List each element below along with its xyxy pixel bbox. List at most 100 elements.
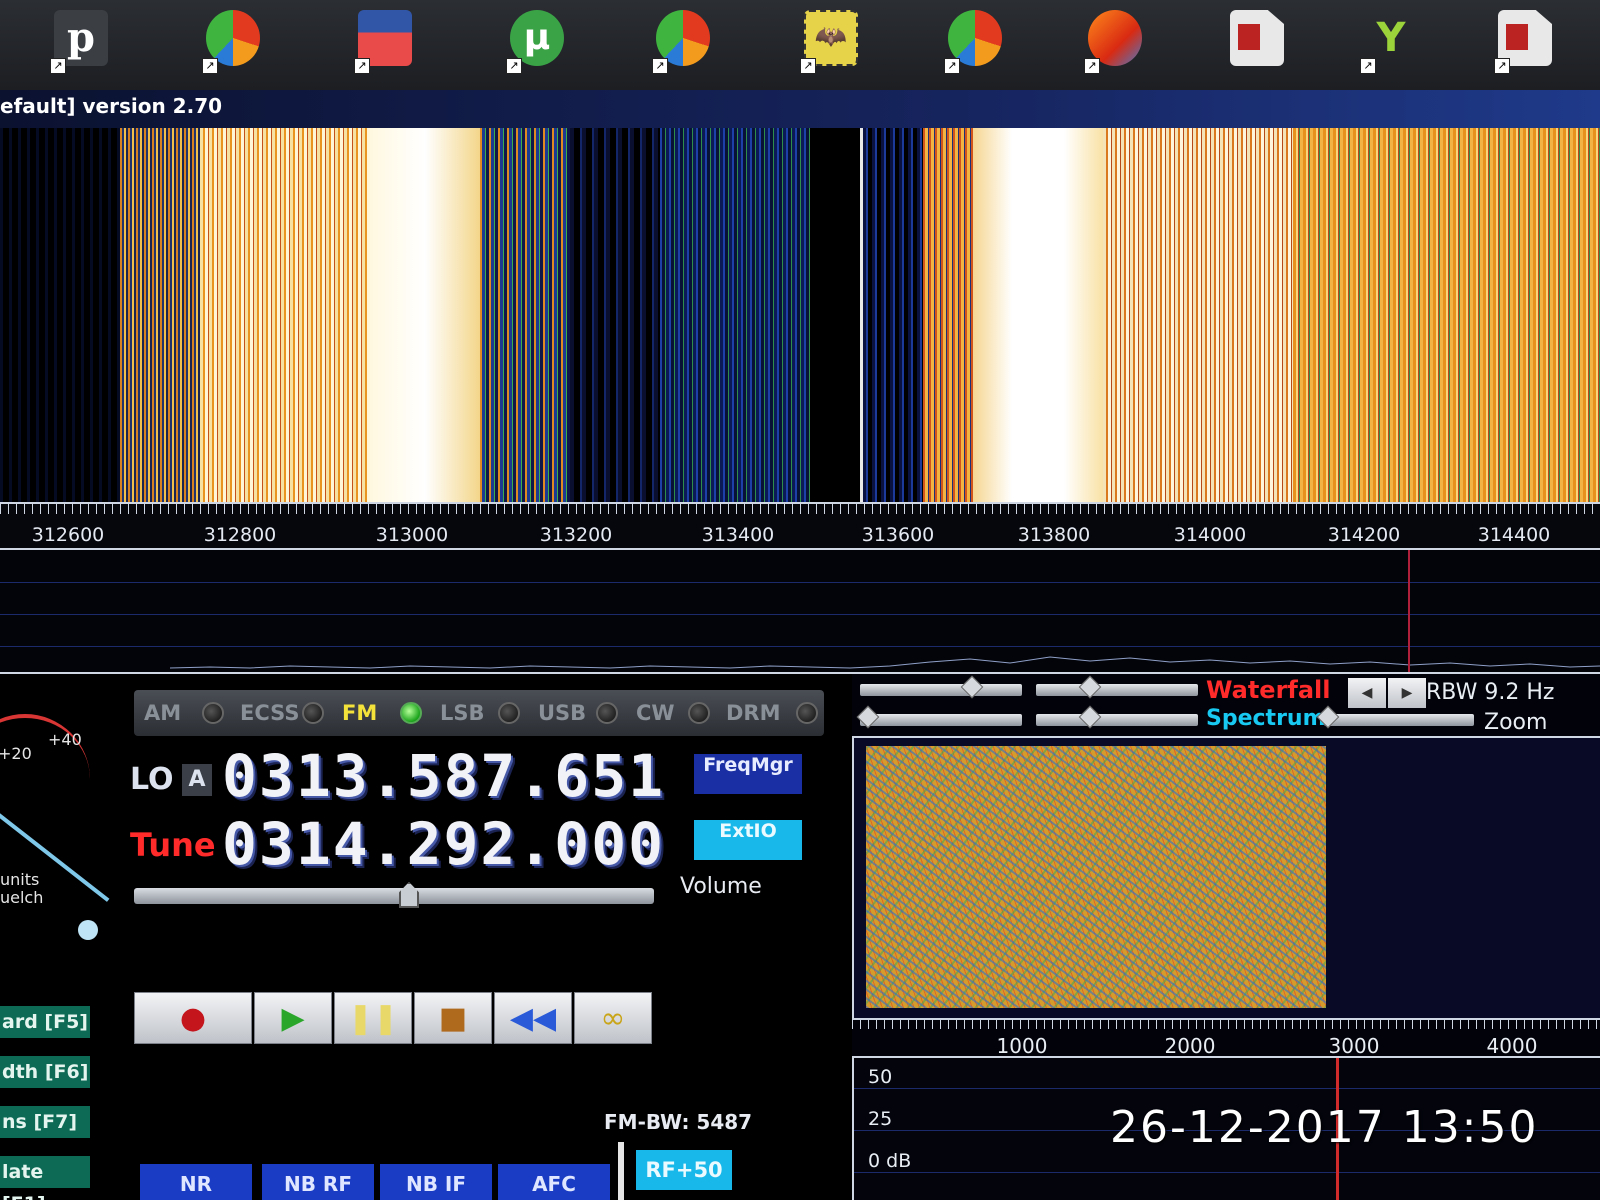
audio-freq-tick-label: 2000 [1164,1034,1216,1058]
nr-button[interactable]: NR [140,1164,252,1200]
bat-icon[interactable]: 🦇 ↗ [800,8,862,80]
nb-if-button[interactable]: NB IF [380,1164,492,1200]
volume-slider[interactable] [134,882,654,908]
db-scale-label: 25 [868,1108,893,1130]
tune-label: Tune [130,826,216,864]
led-icon [796,702,818,724]
db-scale-label: 50 [868,1066,893,1088]
waterfall-band [570,128,660,502]
lo-frequency-display[interactable]: 0313.587.651 [222,742,665,810]
waterfall-band [0,128,120,502]
freq-tick-label: 313600 [861,524,935,546]
grid-line [854,1088,1600,1089]
freq-tick-label: 314400 [1477,524,1551,546]
spectrum-range-slider[interactable] [1036,705,1198,729]
globe-ball-icon[interactable]: ↗ [202,8,264,80]
slider-thumb[interactable] [960,675,984,699]
play-button[interactable]: ▶ [254,992,332,1044]
hotkey-button-f5[interactable]: ard [F5] [0,1006,90,1038]
utorrent-icon[interactable]: µ ↗ [506,8,568,80]
freq-tick-label: 313200 [539,524,613,546]
vfo-a-button[interactable]: A [182,764,212,796]
waterfall-contrast-slider[interactable] [860,675,1022,699]
hotkey-button-f6[interactable]: dth [F6] [0,1056,90,1088]
grid-line [0,582,1600,583]
hotkey-button-f7[interactable]: ns [F7] [0,1106,90,1138]
mode-button-cw[interactable]: CW [626,696,716,730]
hotkey-button-f1[interactable]: late [F1] [0,1156,90,1200]
spectrum-contrast-slider[interactable] [856,705,1022,729]
mode-button-am[interactable]: AM [134,696,230,730]
mode-button-usb[interactable]: USB [528,696,624,730]
taskbar: p ↗ ↗ ↗ µ ↗ ↗ 🦇 ↗ ↗ ↗ Y ↗ ↗ [0,0,1600,90]
globe-ball-icon-3[interactable]: ↗ [944,8,1006,80]
arrow-left-icon: ◀ [1361,685,1373,701]
spectrum-label: Spectrum [1206,706,1326,731]
shortcut-arrow-icon: ↗ [1494,58,1510,74]
logo-icon[interactable]: p ↗ [50,8,112,80]
record-button[interactable]: ● [134,992,252,1044]
audio-waterfall[interactable] [852,736,1600,1018]
waterfall-band [863,128,923,502]
waterfall-band [973,128,1103,502]
mode-button-fm[interactable]: FM [332,696,428,730]
play-icon: ▶ [281,1001,305,1036]
tune-frequency-display[interactable]: 0314.292.000 [222,810,665,878]
slider-thumb[interactable] [856,705,880,729]
waterfall-band [810,128,860,502]
mode-button-ecss[interactable]: ECSS [230,696,330,730]
freq-tick-label: 312600 [31,524,105,546]
globe-ball-icon-2[interactable]: ↗ [652,8,714,80]
s-meter-label: +20 [0,744,32,763]
grid-line [854,1172,1600,1173]
freqmgr-button[interactable]: FreqMgr [694,754,802,794]
waterfall-range-slider[interactable] [1036,675,1198,699]
shortcut-arrow-icon: ↗ [800,58,816,74]
title-bar: efault] version 2.70 [0,90,1600,128]
antenna-icon[interactable]: Y ↗ [1360,8,1422,80]
grid-line [0,614,1600,615]
extio-button[interactable]: ExtIO [694,820,802,860]
zoom-label: Zoom [1484,710,1548,735]
freq-tick-label: 313000 [375,524,449,546]
led-icon [202,702,224,724]
led-icon [302,702,324,724]
freq-tick-label: 313800 [1017,524,1091,546]
audio-waterfall-image [866,746,1326,1008]
rf-plus-50-button[interactable]: RF+50 [636,1150,732,1190]
afc-button[interactable]: AFC [498,1164,610,1200]
rbw-readout: RBW 9.2 Hz [1426,680,1555,705]
rf-waterfall[interactable] [0,128,1600,502]
squelch-knob[interactable] [78,920,98,940]
mode-button-lsb[interactable]: LSB [430,696,526,730]
window-title: efault] version 2.70 [0,94,223,118]
mode-button-drm[interactable]: DRM [716,696,824,730]
document-icon-2[interactable]: ↗ [1494,8,1556,80]
loop-button[interactable]: ∞ [574,992,652,1044]
slider-thumb[interactable] [1078,675,1102,699]
stop-button[interactable]: ■ [414,992,492,1044]
waterfall-band [1103,128,1293,502]
tune-cursor[interactable] [860,128,863,502]
floppy-icon[interactable]: ↗ [354,8,416,80]
shortcut-arrow-icon: ↗ [652,58,668,74]
prev-button[interactable]: ◀ [1348,678,1386,708]
volume-slider-thumb[interactable] [399,882,419,908]
nb-rf-button[interactable]: NB RF [262,1164,374,1200]
pause-button[interactable]: ❚❚ [334,992,412,1044]
waterfall-label: Waterfall [1206,676,1331,704]
fm-bandwidth-readout: FM-BW: 5487 [604,1110,753,1134]
rewind-button[interactable]: ◀◀ [494,992,572,1044]
mode-selector: AM ECSS FM LSB USB CW DRM [134,690,824,736]
waterfall-band [370,128,480,502]
zoom-slider[interactable] [1316,705,1474,729]
slider-thumb[interactable] [1078,705,1102,729]
s-meter-units-label: units [0,870,40,889]
headphone-flame-icon[interactable]: ↗ [1084,8,1146,80]
freq-tick-label: 314200 [1327,524,1401,546]
rf-spectrum[interactable] [0,548,1600,674]
next-button[interactable]: ▶ [1388,678,1426,708]
audio-freq-tick-label: 3000 [1328,1034,1380,1058]
document-icon[interactable] [1226,8,1288,80]
waterfall-band [923,128,973,502]
